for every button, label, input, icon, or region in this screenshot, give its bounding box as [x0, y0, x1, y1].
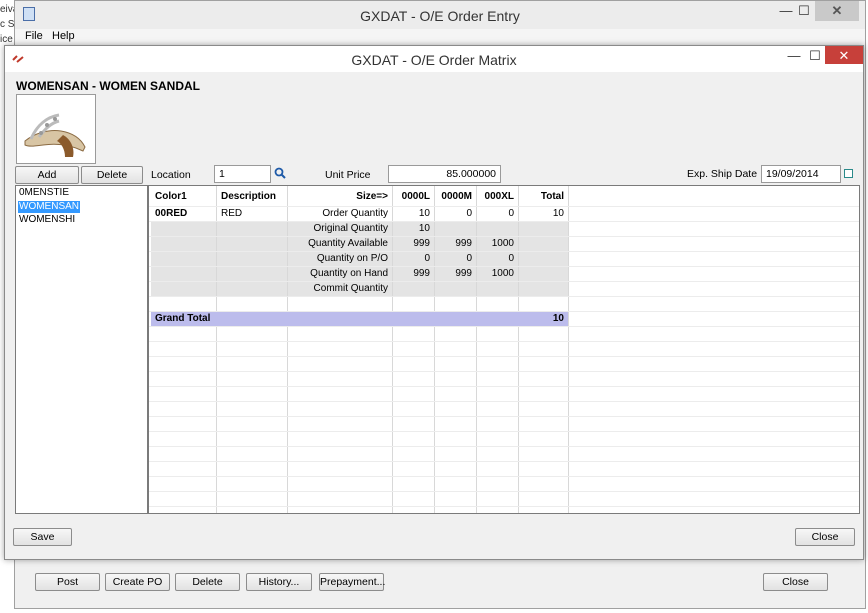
- color-code-cell: 00RED: [155, 208, 188, 219]
- close-icon[interactable]: ✕: [815, 1, 859, 21]
- row-label: Quantity Available: [308, 238, 388, 249]
- list-item[interactable]: WOMENSHI: [18, 214, 76, 226]
- calendar-icon[interactable]: [844, 169, 853, 178]
- delete-order-button[interactable]: Delete: [175, 573, 240, 591]
- product-image: [16, 94, 96, 164]
- create-po-button[interactable]: Create PO: [105, 573, 170, 591]
- close-button[interactable]: Close: [795, 528, 855, 546]
- list-item[interactable]: 0MENSTIE: [18, 187, 70, 199]
- value-cell: 999: [413, 268, 430, 279]
- background-text: ice: [0, 34, 13, 45]
- order-qty-cell[interactable]: 10: [393, 206, 434, 221]
- history-button[interactable]: History...: [246, 573, 312, 591]
- prepayment-button[interactable]: Prepayment...: [319, 573, 385, 591]
- add-button[interactable]: Add: [15, 166, 79, 184]
- order-matrix-titlebar: GXDAT - O/E Order Matrix — ☐ ✕: [5, 46, 863, 72]
- value-cell: 999: [455, 238, 472, 249]
- header-size-l: 0000L: [401, 191, 430, 202]
- item-list[interactable]: 0MENSTIE WOMENSAN WOMENSHI: [15, 185, 148, 514]
- header-description: Description: [221, 191, 277, 202]
- delete-button[interactable]: Delete: [81, 166, 143, 184]
- menu-file[interactable]: File: [25, 30, 43, 42]
- value-cell: [435, 221, 476, 236]
- row-total-cell: 10: [552, 208, 564, 219]
- menu-help[interactable]: Help: [52, 30, 75, 42]
- header-total: Total: [540, 191, 564, 202]
- order-matrix-grid[interactable]: Color1 Description Size=> 0000L 0000M 00…: [148, 185, 860, 514]
- header-size-m: 0000M: [441, 191, 472, 202]
- row-label: Quantity on Hand: [310, 268, 388, 279]
- order-matrix-window: GXDAT - O/E Order Matrix — ☐ ✕ WOMENSAN …: [4, 45, 864, 560]
- menu-bar: File Help: [15, 29, 865, 45]
- grand-total-label: Grand Total: [155, 313, 211, 324]
- row-label: Quantity on P/O: [316, 253, 388, 264]
- value-cell: [477, 221, 518, 236]
- location-input[interactable]: 1: [214, 165, 271, 183]
- value-cell: 0: [508, 253, 514, 264]
- order-entry-close-button[interactable]: Close: [763, 573, 828, 591]
- value-cell: 1000: [491, 238, 514, 249]
- search-icon[interactable]: [274, 167, 286, 179]
- item-heading: WOMENSAN - WOMEN SANDAL: [16, 79, 200, 93]
- post-button[interactable]: Post: [35, 573, 100, 591]
- ship-date-label: Exp. Ship Date: [687, 168, 758, 180]
- order-entry-titlebar: GXDAT - O/E Order Entry — ☐ ✕: [15, 1, 865, 29]
- unit-price-input[interactable]: 85.000000: [388, 165, 501, 183]
- grand-total-value: 10: [552, 313, 564, 324]
- sandal-image: [24, 113, 86, 157]
- unit-price-label: Unit Price: [325, 169, 371, 181]
- value-cell: 10: [418, 223, 430, 234]
- row-label: Commit Quantity: [313, 283, 388, 294]
- color-description-cell: RED: [221, 208, 243, 219]
- value-cell: 0: [424, 253, 430, 264]
- window-title: GXDAT - O/E Order Matrix: [351, 52, 517, 68]
- ship-date-input[interactable]: 19/09/2014: [761, 165, 841, 183]
- row-label: Order Quantity: [322, 208, 388, 219]
- header-size: Size=>: [356, 191, 388, 202]
- value-cell: 999: [413, 238, 430, 249]
- location-label: Location: [151, 169, 191, 181]
- window-title: GXDAT - O/E Order Entry: [360, 8, 520, 24]
- value-cell: 999: [455, 268, 472, 279]
- list-item-selected[interactable]: WOMENSAN: [18, 201, 80, 213]
- order-qty-cell[interactable]: 0: [477, 206, 518, 221]
- value-cell: 0: [466, 253, 472, 264]
- header-color: Color1: [155, 191, 187, 202]
- order-qty-cell[interactable]: 0: [435, 206, 476, 221]
- save-button[interactable]: Save: [13, 528, 72, 546]
- maximize-icon[interactable]: ☐: [790, 1, 818, 21]
- close-icon[interactable]: ✕: [825, 46, 863, 64]
- value-cell: 1000: [491, 268, 514, 279]
- header-size-xl: 000XL: [484, 191, 514, 202]
- row-label: Original Quantity: [313, 223, 388, 234]
